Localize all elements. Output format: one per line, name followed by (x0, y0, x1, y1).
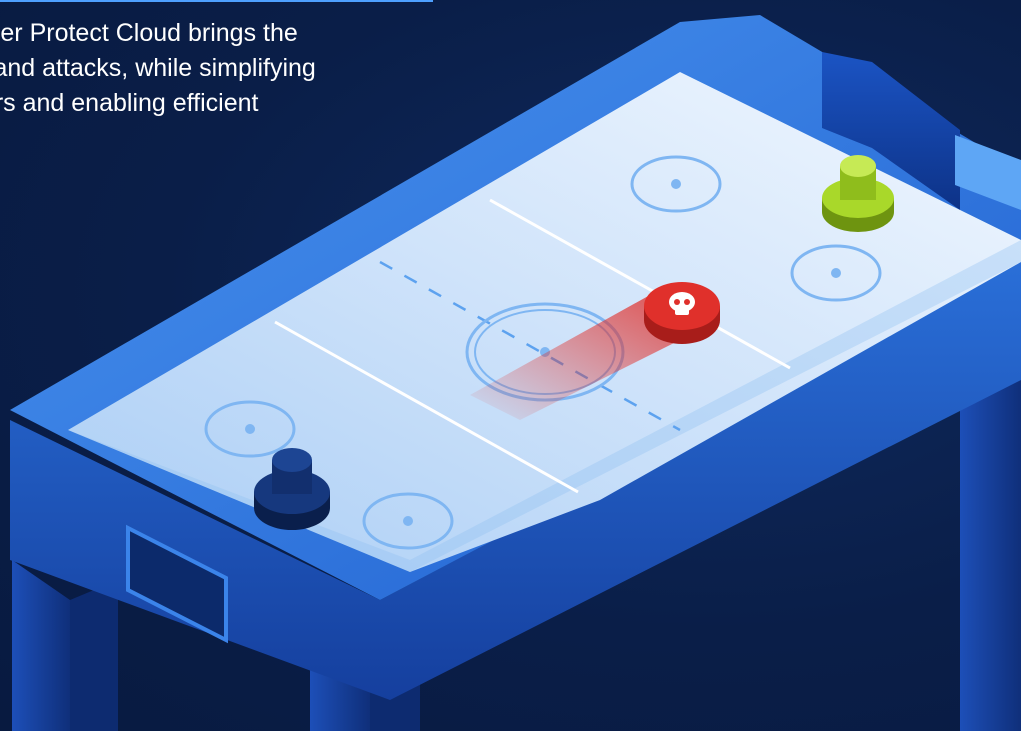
intro-line-3: tors and enabling efficient (0, 89, 259, 117)
intro-line-1: yber Protect Cloud brings the (0, 19, 298, 47)
puck (644, 282, 720, 344)
intro-line-4: s. (0, 121, 470, 156)
hero-stage: yber Protect Cloud brings the stand atta… (0, 0, 1021, 731)
intro-line-2: stand attacks, while simplifying (0, 54, 316, 82)
accent-rule (0, 0, 433, 2)
intro-text-block: yber Protect Cloud brings the stand atta… (0, 0, 470, 156)
